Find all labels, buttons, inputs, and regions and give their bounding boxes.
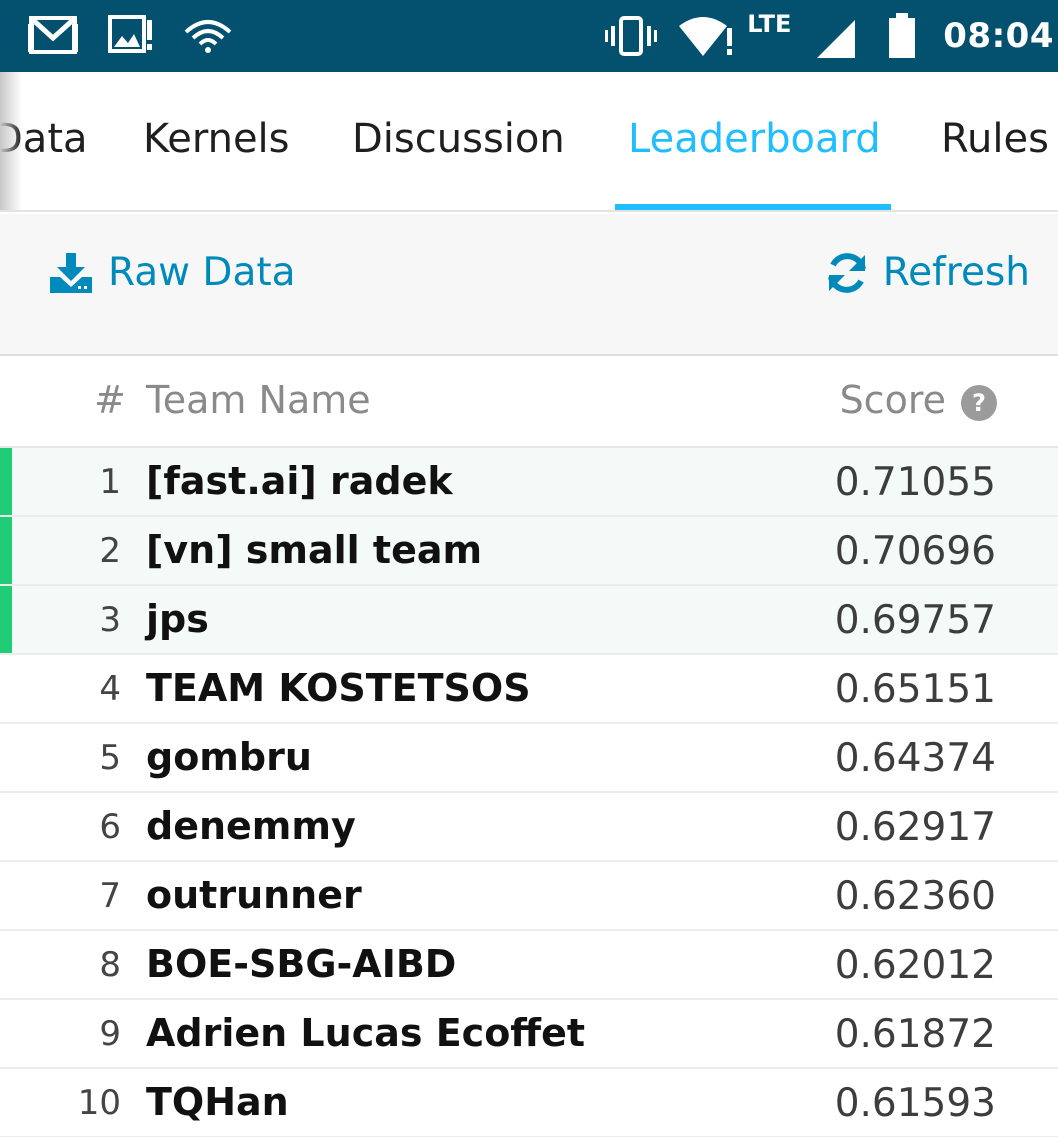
table-row[interactable]: 8 BOE-SBG-AIBD 0.62012	[0, 931, 1058, 1000]
row-score: 0.69757	[834, 598, 996, 643]
row-rank: 2	[99, 531, 121, 571]
medal-indicator	[0, 448, 12, 515]
wifi-alert-icon	[679, 17, 733, 56]
tab-bar: Data Kernels Discussion Leaderboard Rule…	[0, 72, 1058, 212]
status-bar: LTE 08:04	[0, 0, 1058, 72]
svg-text:?: ?	[972, 389, 986, 417]
refresh-icon	[827, 252, 866, 293]
row-rank: 1	[99, 462, 121, 502]
table-row[interactable]: 9 Adrien Lucas Ecoffet 0.61872	[0, 1000, 1058, 1069]
network-indicator: LTE	[747, 10, 857, 62]
raw-data-label: Raw Data	[108, 250, 296, 295]
tab-discussion[interactable]: Discussion	[352, 116, 565, 162]
row-score: 0.62360	[834, 874, 996, 919]
active-tab-indicator	[615, 204, 891, 210]
row-score: 0.62012	[834, 943, 996, 988]
download-icon	[50, 252, 92, 293]
row-rank: 5	[99, 738, 121, 778]
row-rank: 8	[99, 945, 121, 985]
row-rank: 7	[99, 876, 121, 916]
row-score: 0.64374	[834, 736, 996, 781]
score-column-header[interactable]: Score	[840, 378, 946, 422]
row-team-name[interactable]: TEAM KOSTETSOS	[146, 666, 531, 710]
rank-column-header: #	[94, 378, 126, 422]
help-icon[interactable]: ?	[960, 384, 998, 422]
tab-rules[interactable]: Rules	[941, 116, 1049, 162]
table-header: # Team Name Score ?	[0, 358, 1058, 448]
tab-kernels[interactable]: Kernels	[143, 116, 290, 162]
row-team-name[interactable]: denemmy	[146, 804, 356, 848]
tab-leaderboard[interactable]: Leaderboard	[628, 116, 881, 162]
table-row[interactable]: 1 [fast.ai] radek 0.71055	[0, 448, 1058, 517]
row-team-name[interactable]: BOE-SBG-AIBD	[146, 942, 456, 986]
row-rank: 9	[99, 1014, 121, 1054]
row-score: 0.61872	[834, 1012, 996, 1057]
table-row[interactable]: 2 [vn] small team 0.70696	[0, 517, 1058, 586]
row-team-name[interactable]: Adrien Lucas Ecoffet	[146, 1011, 585, 1055]
row-team-name[interactable]: TQHan	[146, 1080, 289, 1124]
leaderboard-toolbar: Raw Data Refresh	[0, 214, 1058, 356]
wifi-icon	[184, 20, 232, 53]
vibrate-icon	[605, 16, 658, 56]
signal-icon	[817, 20, 856, 58]
row-score: 0.61593	[834, 1081, 996, 1126]
row-rank: 10	[77, 1083, 121, 1123]
medal-indicator	[0, 517, 12, 584]
row-score: 0.62917	[834, 805, 996, 850]
row-score: 0.65151	[834, 667, 996, 712]
table-row[interactable]: 6 denemmy 0.62917	[0, 793, 1058, 862]
refresh-button[interactable]: Refresh	[825, 250, 1030, 295]
refresh-label: Refresh	[882, 250, 1030, 295]
gmail-icon	[28, 16, 78, 54]
row-team-name[interactable]: [fast.ai] radek	[146, 459, 453, 503]
network-label: LTE	[747, 10, 792, 38]
leaderboard-table: # Team Name Score ? 1 [fast.ai] radek 0.71…	[0, 358, 1058, 1137]
row-team-name[interactable]: outrunner	[146, 873, 362, 917]
image-alert-icon	[108, 15, 152, 53]
row-team-name[interactable]: [vn] small team	[146, 528, 482, 572]
table-row[interactable]: 4 TEAM KOSTETSOS 0.65151	[0, 655, 1058, 724]
row-team-name[interactable]: jps	[146, 597, 209, 641]
row-rank: 3	[99, 600, 121, 640]
table-row[interactable]: 3 jps 0.69757	[0, 586, 1058, 655]
battery-icon	[889, 13, 916, 58]
medal-indicator	[0, 586, 12, 653]
row-score: 0.70696	[834, 529, 996, 574]
table-row[interactable]: 10 TQHan 0.61593	[0, 1069, 1058, 1137]
clock: 08:04	[943, 16, 1054, 56]
table-row[interactable]: 5 gombru 0.64374	[0, 724, 1058, 793]
team-column-header: Team Name	[146, 378, 371, 422]
row-rank: 6	[99, 807, 121, 847]
row-team-name[interactable]: gombru	[146, 735, 312, 779]
raw-data-button[interactable]: Raw Data	[48, 250, 296, 295]
table-row[interactable]: 7 outrunner 0.62360	[0, 862, 1058, 931]
scroll-fade	[0, 72, 22, 210]
table-body: 1 [fast.ai] radek 0.71055 2 [vn] small team 0…	[0, 448, 1058, 1137]
row-score: 0.71055	[834, 460, 996, 505]
row-rank: 4	[99, 669, 121, 709]
